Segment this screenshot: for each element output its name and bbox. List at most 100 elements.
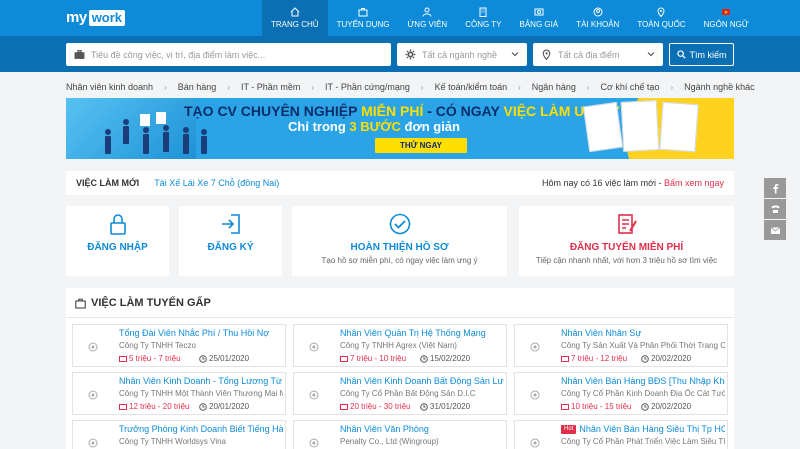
job-card[interactable]: Tổng Đài Viên Nhắc Phí / Thu Hồi Nợ Công… [72, 324, 286, 367]
job-card[interactable]: Nhân Viên Quản Trị Hệ Thống Mạng Công Ty… [293, 324, 507, 367]
job-title-text: Nhân Viên Bán Hàng Siêu Thị Tp HCM [579, 424, 725, 434]
check-circle-icon [389, 213, 410, 235]
cv-promo-banner[interactable]: TẠO CV CHUYÊN NGHIỆP MIỄN PHÍ - CÓ NGAY … [66, 98, 734, 159]
search-button[interactable]: Tìm kiếm [669, 43, 734, 66]
job-title[interactable]: Nhân Viên Văn Phòng [340, 424, 504, 434]
nav-item-language[interactable]: NGÔN NGỮ [695, 0, 758, 36]
job-card[interactable]: Hot Nhân Viên Bán Hàng Siêu Thị Tp HCM Cô… [514, 420, 728, 449]
nav-label: CÔNG TY [465, 20, 502, 29]
nav-label: TUYỂN DỤNG [336, 20, 390, 29]
job-salary-text: 7 triệu - 10 triệu [350, 354, 407, 363]
job-company: Công Ty Cổ Phần Phát Triển Việc Làm Siêu… [561, 437, 725, 446]
section-header: VIỆC LÀM TUYỂN GẤP [75, 297, 211, 309]
job-card[interactable]: Nhân Viên Bán Hàng BĐS [Thu Nhập Khởi Đi… [514, 372, 728, 415]
company-logo-icon [309, 342, 319, 352]
job-title[interactable]: Nhân Viên Quản Trị Hệ Thống Mạng [340, 328, 504, 338]
job-card[interactable]: Nhân Viên Kinh Doanh Bất Động Sản Lương … [293, 372, 507, 415]
category-link[interactable]: Nhân viên kinh doanh [66, 82, 153, 92]
job-salary-text: 20 triệu - 30 triệu [350, 402, 411, 411]
job-title[interactable]: Nhân Viên Nhân Sự [561, 328, 725, 338]
category-link[interactable]: Bán hàng [178, 82, 217, 92]
company-logo-icon [530, 390, 540, 400]
chevron-right-icon: › [227, 82, 230, 92]
job-salary-text: 5 triệu - 7 triệu [129, 354, 181, 363]
nav-item-companies[interactable]: CÔNG TY [456, 0, 510, 36]
user-icon [422, 7, 432, 17]
try-now-button[interactable]: THỬ NGAY [375, 138, 467, 153]
chevron-right-icon: › [164, 82, 167, 92]
job-card[interactable]: Nhân Viên Kinh Doanh - Tổng Lương Từ 12t… [72, 372, 286, 415]
nav-item-jobs[interactable]: TUYỂN DỤNG [328, 0, 399, 36]
job-company: Công Ty TNHH Teczo [119, 341, 196, 350]
job-card[interactable]: Trưởng Phòng Kinh Doanh Biết Tiếng Hàn (… [72, 420, 286, 449]
category-link[interactable]: Kế toán/kiểm toán [435, 82, 508, 92]
location-icon [657, 7, 665, 17]
job-deadline: 25/01/2020 [199, 354, 249, 363]
category-link[interactable]: IT - Phần mềm [241, 82, 300, 92]
job-company: Công Ty Cổ Phần Kinh Doanh Địa Ốc Cát Tư… [561, 389, 725, 398]
category-link[interactable]: Ngành nghề khác [684, 82, 755, 92]
banner-headline-part: - CÓ NGAY [423, 103, 504, 119]
job-salary-text: 12 triệu - 20 triệu [129, 402, 190, 411]
chevron-right-icon: › [420, 82, 424, 92]
facebook-button[interactable] [764, 178, 786, 198]
new-job-link[interactable]: Tài Xế Lái Xe 7 Chỗ (đồng Nai) [154, 178, 279, 188]
job-deadline-text: 20/01/2020 [209, 402, 250, 411]
search-icon [676, 50, 686, 59]
job-title[interactable]: Hot Nhân Viên Bán Hàng Siêu Thị Tp HCM [561, 424, 725, 435]
clock-icon [641, 354, 649, 363]
job-title[interactable]: Trưởng Phòng Kinh Doanh Biết Tiếng Hàn ( [119, 424, 283, 434]
nav-item-home[interactable]: TRANG CHỦ [262, 0, 328, 36]
complete-profile-card[interactable]: HOÀN THIỆN HỒ SƠ Tạo hồ sơ miễn phí, có … [292, 206, 507, 276]
chevron-right-icon: › [518, 82, 521, 92]
phone-button[interactable] [764, 199, 786, 219]
card-subtitle: Tạo hồ sơ miễn phí, có ngay việc làm ưng… [321, 256, 478, 265]
job-card[interactable]: Nhân Viên Văn Phòng Penalty Co., Ltd (Wi… [293, 420, 507, 449]
facebook-icon [772, 183, 778, 193]
job-deadline-text: 20/02/2020 [651, 354, 692, 363]
job-salary: 7 triệu - 12 triệu [561, 354, 627, 363]
industry-select[interactable]: Tất cả ngành nghề [397, 43, 527, 66]
nav-item-account[interactable]: TÀI KHOẢN [567, 0, 628, 36]
nav-item-pricing[interactable]: BẢNG GIÁ [511, 0, 568, 36]
job-salary: 10 triệu - 15 triệu [561, 402, 631, 411]
post-job-card[interactable]: ĐĂNG TUYỂN MIỄN PHÍ Tiếp cận nhanh nhất,… [519, 206, 734, 276]
job-card[interactable]: Nhân Viên Nhân Sự Công Ty Sản Xuất Và Ph… [514, 324, 728, 367]
login-card[interactable]: ĐĂNG NHẬP [66, 206, 169, 276]
job-title[interactable]: Tổng Đài Viên Nhắc Phí / Thu Hồi Nợ [119, 328, 283, 338]
see-now-link[interactable]: Bấm xem ngay [664, 178, 724, 188]
mail-button[interactable] [764, 220, 786, 240]
location-select[interactable]: Tất cả địa điểm [533, 43, 663, 66]
category-link[interactable]: IT - Phần cứng/mạng [325, 82, 410, 92]
job-salary-text: 7 triệu - 12 triệu [571, 354, 628, 363]
category-link[interactable]: Cơ khí chế tạo [601, 82, 660, 92]
search-button-label: Tìm kiếm [689, 49, 727, 60]
job-deadline: 15/02/2020 [420, 354, 470, 363]
job-title[interactable]: Nhân Viên Kinh Doanh - Tổng Lương Từ 12t [119, 376, 283, 386]
banner-subline-part: Chỉ trong [288, 119, 350, 134]
job-title[interactable]: Nhân Viên Bán Hàng BĐS [Thu Nhập Khởi Đi [561, 376, 725, 386]
price-icon [534, 8, 544, 16]
new-jobs-label: VIỆC LÀM MỚI [76, 178, 140, 188]
job-company: Công Ty Sản Xuất Và Phân Phối Thời Trang… [561, 341, 725, 350]
clock-icon [641, 402, 649, 411]
job-salary: 20 triệu - 30 triệu [340, 402, 410, 411]
mywork-logo[interactable]: my work [66, 9, 126, 26]
keyword-search-input[interactable]: Tiêu đề công việc, vị trí, địa điểm làm … [66, 43, 391, 66]
category-link[interactable]: Ngân hàng [532, 82, 576, 92]
nav-item-candidates[interactable]: ỨNG VIÊN [398, 0, 456, 36]
nav-label: TOÀN QUỐC [637, 20, 686, 29]
banner-headline-part: TẠO CV CHUYÊN NGHIỆP [184, 103, 362, 119]
location-icon [542, 49, 551, 60]
nav-label: ỨNG VIÊN [407, 20, 448, 29]
card-title: ĐĂNG KÝ [207, 242, 254, 253]
company-logo-icon [88, 438, 98, 448]
nav-item-nationwide[interactable]: TOÀN QUỐC [628, 0, 694, 36]
job-title[interactable]: Nhân Viên Kinh Doanh Bất Động Sản Lương [340, 376, 504, 386]
nav-label: NGÔN NGỮ [703, 20, 749, 29]
briefcase-icon [74, 50, 85, 59]
register-card[interactable]: ĐĂNG KÝ [179, 206, 282, 276]
money-icon [119, 355, 127, 362]
banner-subline-highlight: 3 BƯỚC [349, 119, 401, 134]
briefcase-icon [358, 8, 368, 17]
